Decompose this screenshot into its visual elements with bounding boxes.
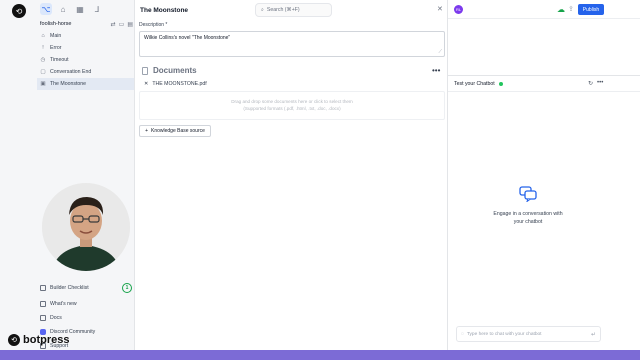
nav-item-label: Main	[50, 33, 62, 39]
sidebar: ⟲ ⌥ ⌂ ▦ ⅃ foolish-horse ⇄ ▭ ▤ ⌂ Main ! E…	[0, 0, 135, 360]
workspace-name: foolish-horse	[40, 21, 72, 27]
link-label: Docs	[50, 315, 62, 321]
hook-icon[interactable]: ⅃	[91, 3, 103, 15]
checklist-label: Builder Checklist	[50, 285, 89, 291]
dropzone-formats: (Supported formats (.pdf, .html, .txt, .…	[243, 105, 341, 111]
send-icon[interactable]: ↵	[591, 331, 596, 338]
refresh-icon[interactable]: ↻	[588, 80, 593, 87]
new-folder-icon[interactable]: ▭	[119, 21, 125, 28]
cloud-sync-icon[interactable]: ☁	[557, 5, 565, 14]
table-icon[interactable]: ▦	[74, 3, 86, 15]
checklist-progress: 1	[122, 283, 132, 293]
brand-name: botpress	[23, 334, 70, 346]
document-icon	[142, 66, 148, 75]
checklist-icon	[40, 285, 46, 291]
page-title: The Moonstone	[140, 7, 189, 14]
close-icon[interactable]: ✕	[437, 5, 443, 13]
remove-file-icon[interactable]: ✕	[144, 81, 148, 87]
right-panel: RL ☁ ⇪ Publish Test your Chatbot ↻ ••• E…	[448, 0, 640, 350]
dropzone-hint: Drag and drop some documents here or cli…	[231, 98, 353, 104]
documents-heading: Documents	[153, 66, 197, 75]
nav-item-timeout[interactable]: ◷ Timeout	[37, 54, 134, 66]
plus-icon: +	[145, 128, 148, 134]
chat-bubbles-icon	[519, 186, 537, 202]
botpress-logo-icon[interactable]: ⟲	[12, 4, 26, 18]
documents-header: Documents	[142, 66, 197, 75]
chat-input[interactable]: ◌ Type here to chat with your chatbot ↵	[456, 326, 601, 342]
link-label: What's new	[50, 301, 77, 307]
docs-icon	[40, 315, 46, 321]
add-knowledge-source-button[interactable]: + Knowledge Base source	[139, 125, 211, 137]
book-icon: ▣	[40, 81, 46, 87]
nav-item-error[interactable]: ! Error	[37, 42, 134, 54]
resize-handle-icon[interactable]: ⟋	[438, 49, 442, 55]
clock-icon: ◷	[40, 57, 46, 63]
emulator-empty-state: Engage in a conversation with your chatb…	[493, 211, 563, 225]
description-field[interactable]: Wilkie Collins's novel "The Moonstone" ⟋	[139, 31, 445, 57]
gift-icon	[40, 301, 46, 307]
presenter-video	[42, 183, 130, 271]
new-flow-icon[interactable]: ⇄	[111, 21, 116, 28]
alert-icon: !	[42, 45, 44, 51]
share-icon[interactable]: ⇪	[568, 5, 574, 13]
library-icon[interactable]: ⌂	[57, 3, 69, 15]
nav-item-the-moonstone[interactable]: ▣ The Moonstone	[37, 78, 134, 90]
bottom-accent-bar	[0, 350, 640, 360]
builder-checklist[interactable]: Builder Checklist 1	[40, 282, 132, 294]
botpress-mark-icon: ⟲	[8, 334, 20, 346]
workflow-nav: ⌂ Main ! Error ◷ Timeout ▢ Conversation …	[37, 30, 134, 90]
attach-icon: ◌	[461, 331, 464, 337]
nav-item-main[interactable]: ⌂ Main	[37, 30, 134, 42]
flow-icon[interactable]: ⌥	[40, 3, 52, 15]
knowledge-base-editor: The Moonstone ⌕ Search (⌘+F) ✕ Descripti…	[135, 0, 448, 350]
whats-new-link[interactable]: What's new	[40, 297, 132, 311]
kb-button-label: Knowledge Base source	[150, 128, 205, 134]
home-icon: ⌂	[41, 33, 45, 39]
docs-link[interactable]: Docs	[40, 311, 132, 325]
emulator-header: Test your Chatbot ↻ •••	[448, 75, 640, 92]
top-toolbar: RL ☁ ⇪ Publish	[448, 0, 640, 19]
nav-item-label: The Moonstone	[50, 81, 87, 87]
document-dropzone[interactable]: Drag and drop some documents here or cli…	[139, 91, 445, 120]
nav-item-label: Timeout	[50, 57, 69, 63]
more-options-icon[interactable]: •••	[597, 80, 603, 87]
search-placeholder: Search (⌘+F)	[266, 7, 300, 13]
stop-icon: ▢	[40, 69, 46, 75]
collapse-icon[interactable]: ▤	[127, 21, 133, 28]
status-dot	[498, 81, 503, 86]
search-icon: ⌕	[261, 6, 264, 13]
description-label: Description *	[139, 22, 168, 28]
nav-item-conversation-end[interactable]: ▢ Conversation End	[37, 66, 134, 78]
nav-item-label: Conversation End	[50, 69, 92, 75]
brand-watermark: ⟲ botpress	[8, 334, 69, 346]
workspace-row: foolish-horse ⇄ ▭ ▤	[40, 19, 133, 29]
description-value: Wilkie Collins's novel "The Moonstone"	[144, 35, 231, 41]
emulator-title: Test your Chatbot	[454, 80, 495, 87]
chat-placeholder: Type here to chat with your chatbot	[466, 331, 542, 337]
user-avatar[interactable]: RL	[454, 5, 463, 14]
file-name: THE MOONSTONE.pdf	[152, 81, 207, 87]
nav-item-label: Error	[50, 45, 62, 51]
publish-button[interactable]: Publish	[578, 4, 604, 15]
file-item: ✕ THE MOONSTONE.pdf	[144, 81, 207, 87]
more-options-icon[interactable]: •••	[432, 66, 440, 75]
search-input[interactable]: ⌕ Search (⌘+F)	[255, 3, 332, 17]
